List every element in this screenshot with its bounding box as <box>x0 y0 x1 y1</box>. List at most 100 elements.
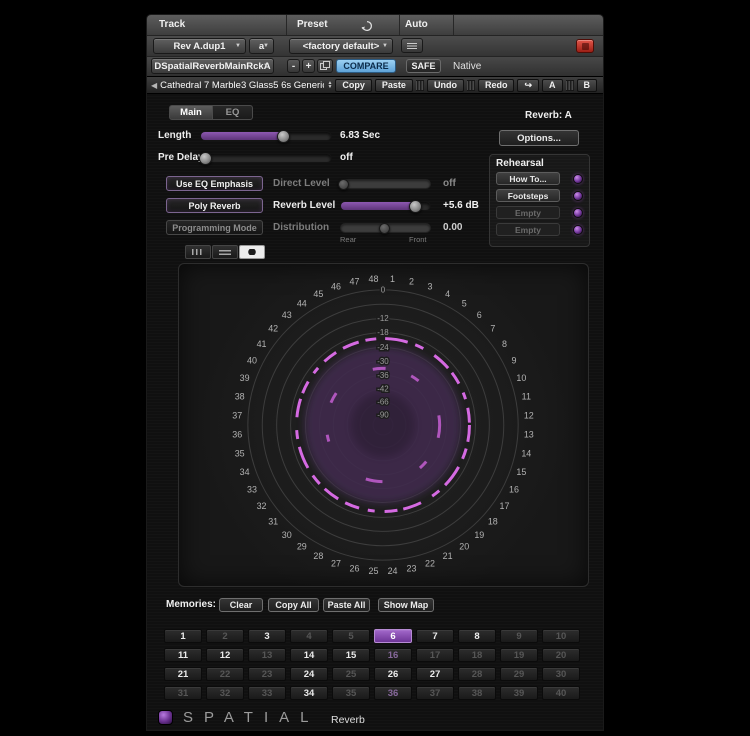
view-mode-horizontal-bars-button[interactable] <box>212 245 238 259</box>
tab-main[interactable]: Main <box>169 105 213 120</box>
rehearsal-led-icon[interactable] <box>573 225 583 235</box>
plugin-selector[interactable]: DSpatialReverbMainRckA ▼ <box>151 58 274 74</box>
plugin-target-button[interactable] <box>576 39 594 53</box>
rehearsal-slot-2[interactable]: Footsteps <box>496 189 560 202</box>
channel-number: 8 <box>502 339 507 349</box>
view-mode-dot-button[interactable] <box>239 245 265 259</box>
rehearsal-led-icon[interactable] <box>573 208 583 218</box>
copy-setting-button[interactable]: Copy <box>335 79 372 92</box>
setting-a-button[interactable]: A <box>542 79 563 92</box>
memory-cell-16[interactable]: 16 <box>374 648 412 662</box>
memory-cell-30[interactable]: 30 <box>542 667 580 681</box>
memory-cell-33[interactable]: 33 <box>248 686 286 700</box>
memory-cell-4[interactable]: 4 <box>290 629 328 643</box>
slider-knob[interactable] <box>277 130 290 143</box>
redo-button[interactable]: Redo <box>478 79 515 92</box>
reverb-level-slider[interactable] <box>340 201 431 211</box>
librarian-menu-button[interactable] <box>401 38 423 53</box>
memory-cell-26[interactable]: 26 <box>374 667 412 681</box>
memory-cell-3[interactable]: 3 <box>248 629 286 643</box>
memory-cell-40[interactable]: 40 <box>542 686 580 700</box>
channel-number: 11 <box>522 391 531 401</box>
track-selector[interactable]: Rev A.dup1 ▼ <box>153 38 246 54</box>
safe-button[interactable]: SAFE <box>406 59 441 73</box>
preset-cycle-icon[interactable] <box>361 19 373 37</box>
rehearsal-led-icon[interactable] <box>573 174 583 184</box>
plugin-ui: Main EQ Reverb: A Length 6.83 Sec Option… <box>147 94 603 730</box>
rehearsal-slot-1[interactable]: How To... <box>496 172 560 185</box>
rehearsal-slot-4[interactable]: Empty <box>496 223 560 236</box>
memory-cell-15[interactable]: 15 <box>332 648 370 662</box>
memory-cell-20[interactable]: 20 <box>542 648 580 662</box>
memory-cell-21[interactable]: 21 <box>164 667 202 681</box>
memory-cell-22[interactable]: 22 <box>206 667 244 681</box>
setting-b-button[interactable]: B <box>577 79 598 92</box>
spinner-down-icon: ▼ <box>327 85 332 89</box>
memory-cell-25[interactable]: 25 <box>332 667 370 681</box>
preset-selector[interactable]: <factory default> ▼ <box>289 38 393 54</box>
slider-knob[interactable] <box>199 152 212 165</box>
memory-cell-10[interactable]: 10 <box>542 629 580 643</box>
memory-cell-6[interactable]: 6 <box>374 629 412 643</box>
compare-minus-button[interactable]: - <box>287 59 300 73</box>
memory-cell-7[interactable]: 7 <box>416 629 454 643</box>
memory-cell-39[interactable]: 39 <box>500 686 538 700</box>
programming-mode-button[interactable]: Programming Mode <box>166 220 263 235</box>
memory-cell-1[interactable]: 1 <box>164 629 202 643</box>
collapse-arrow-icon[interactable]: ◀ <box>151 81 157 90</box>
channel-number: 31 <box>268 516 278 526</box>
pre-delay-slider[interactable] <box>200 153 332 163</box>
channel-number: 4 <box>445 289 450 299</box>
memories-copy-all-button[interactable]: Copy All <box>268 598 319 612</box>
paste-setting-button[interactable]: Paste <box>375 79 413 92</box>
memory-cell-2[interactable]: 2 <box>206 629 244 643</box>
playlist-selector[interactable]: a ▼ <box>249 38 274 54</box>
memory-cell-13[interactable]: 13 <box>248 648 286 662</box>
rehearsal-led-icon[interactable] <box>573 191 583 201</box>
memory-cell-35[interactable]: 35 <box>332 686 370 700</box>
redo-arrow-button[interactable]: ↪ <box>517 79 539 92</box>
setting-name[interactable]: Cathedral 7 Marble3 Glass5 6s Generic <box>160 80 324 91</box>
memory-cell-18[interactable]: 18 <box>458 648 496 662</box>
memory-cell-31[interactable]: 31 <box>164 686 202 700</box>
memory-cell-8[interactable]: 8 <box>458 629 496 643</box>
memory-cell-5[interactable]: 5 <box>332 629 370 643</box>
compare-button[interactable]: COMPARE <box>336 59 396 73</box>
memory-cell-24[interactable]: 24 <box>290 667 328 681</box>
undo-button[interactable]: Undo <box>427 79 464 92</box>
memory-cell-9[interactable]: 9 <box>500 629 538 643</box>
memory-cell-34[interactable]: 34 <box>290 686 328 700</box>
memory-cell-36[interactable]: 36 <box>374 686 412 700</box>
reverb-distribution-display[interactable]: 0-12-18-24-30-36-42-66-90123456789101112… <box>178 263 589 587</box>
rehearsal-slot-3[interactable]: Empty <box>496 206 560 219</box>
use-eq-emphasis-button[interactable]: Use EQ Emphasis <box>166 176 263 191</box>
memories-paste-all-button[interactable]: Paste All <box>323 598 370 612</box>
memories-clear-button[interactable]: Clear <box>219 598 263 612</box>
memory-cell-28[interactable]: 28 <box>458 667 496 681</box>
memory-cell-27[interactable]: 27 <box>416 667 454 681</box>
rehearsal-title: Rehearsal <box>496 158 583 169</box>
options-button[interactable]: Options... <box>499 130 579 146</box>
slider-knob[interactable] <box>409 200 422 213</box>
copy-settings-button[interactable] <box>317 59 333 73</box>
dropdown-arrow-icon: ▼ <box>263 43 269 49</box>
memory-cell-17[interactable]: 17 <box>416 648 454 662</box>
view-mode-vertical-bars-button[interactable] <box>185 245 211 259</box>
length-slider[interactable] <box>200 131 332 141</box>
memory-cell-32[interactable]: 32 <box>206 686 244 700</box>
rehearsal-row: Empty <box>496 206 583 219</box>
memory-cell-29[interactable]: 29 <box>500 667 538 681</box>
tab-eq[interactable]: EQ <box>213 105 253 120</box>
memory-cell-12[interactable]: 12 <box>206 648 244 662</box>
compare-plus-button[interactable]: + <box>302 59 315 73</box>
memory-cell-37[interactable]: 37 <box>416 686 454 700</box>
memory-cell-11[interactable]: 11 <box>164 648 202 662</box>
memory-cell-23[interactable]: 23 <box>248 667 286 681</box>
poly-reverb-button[interactable]: Poly Reverb <box>166 198 263 213</box>
memory-cell-19[interactable]: 19 <box>500 648 538 662</box>
rehearsal-slots: How To... Footsteps Empty Empty <box>496 172 583 236</box>
memories-show-map-button[interactable]: Show Map <box>378 598 434 612</box>
memory-cell-14[interactable]: 14 <box>290 648 328 662</box>
memory-cell-38[interactable]: 38 <box>458 686 496 700</box>
setting-spinner[interactable]: ▲ ▼ <box>327 81 332 89</box>
